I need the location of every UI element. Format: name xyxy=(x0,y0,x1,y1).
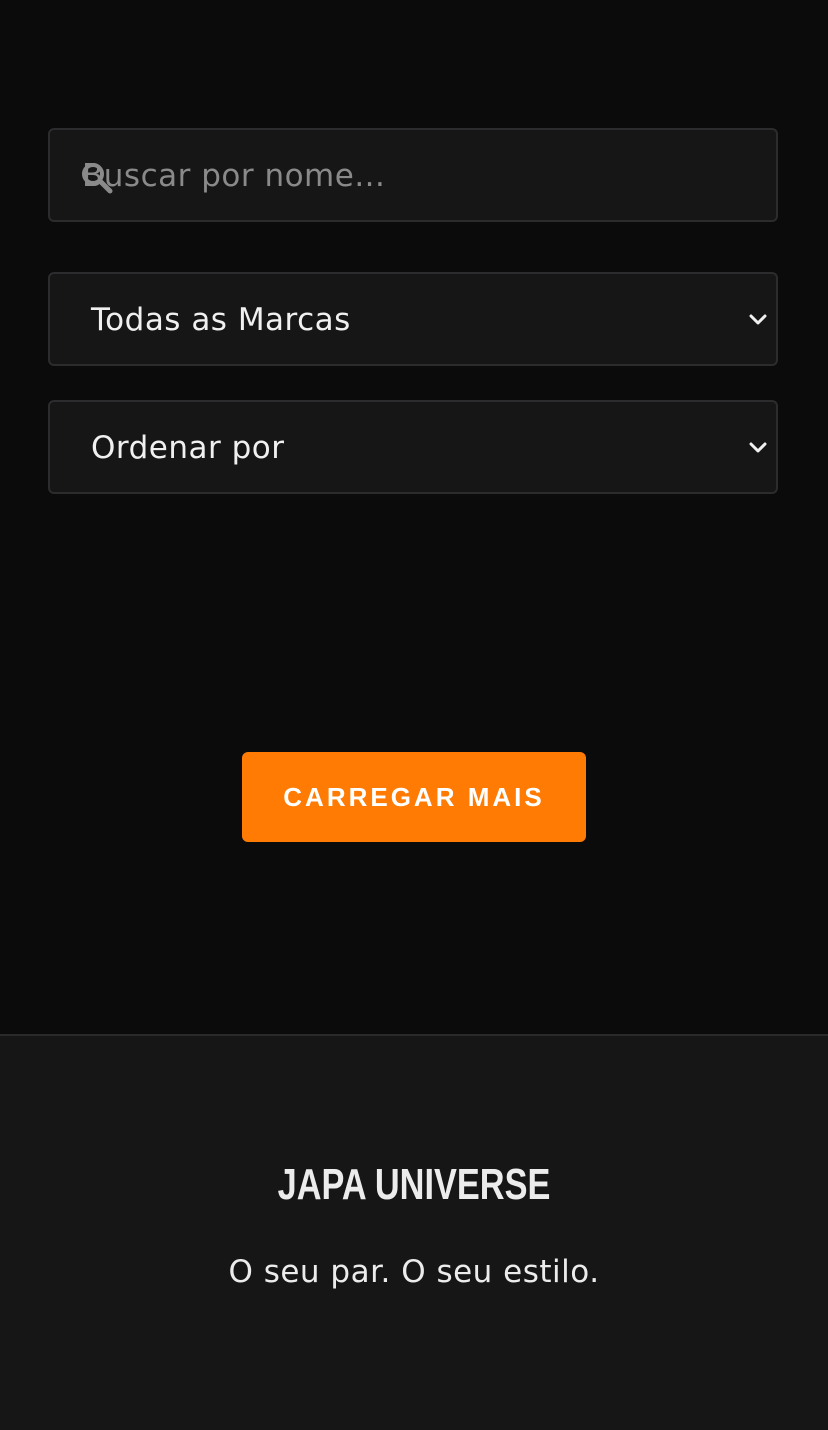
sort-select[interactable]: Ordenar por xyxy=(48,400,778,494)
page: Buscar por nome... Todas as Marcas Orden… xyxy=(0,0,828,1430)
brand-select-value: Todas as Marcas xyxy=(91,302,351,338)
brand-select[interactable]: Todas as Marcas xyxy=(48,272,778,366)
chevron-down-icon xyxy=(748,438,768,458)
footer-tagline: O seu par. O seu estilo. xyxy=(228,1254,600,1290)
sort-select-value: Ordenar por xyxy=(91,430,285,466)
footer: JAPA UNIVERSE O seu par. O seu estilo. xyxy=(0,1034,828,1430)
load-more-button[interactable]: CARREGAR MAIS xyxy=(242,752,586,842)
footer-brand: JAPA UNIVERSE xyxy=(277,1160,551,1209)
search-icon xyxy=(80,161,114,195)
search-placeholder: Buscar por nome... xyxy=(82,158,386,194)
search-input[interactable]: Buscar por nome... xyxy=(48,128,778,222)
chevron-down-icon xyxy=(748,310,768,330)
main-content: Buscar por nome... Todas as Marcas Orden… xyxy=(0,0,828,1034)
